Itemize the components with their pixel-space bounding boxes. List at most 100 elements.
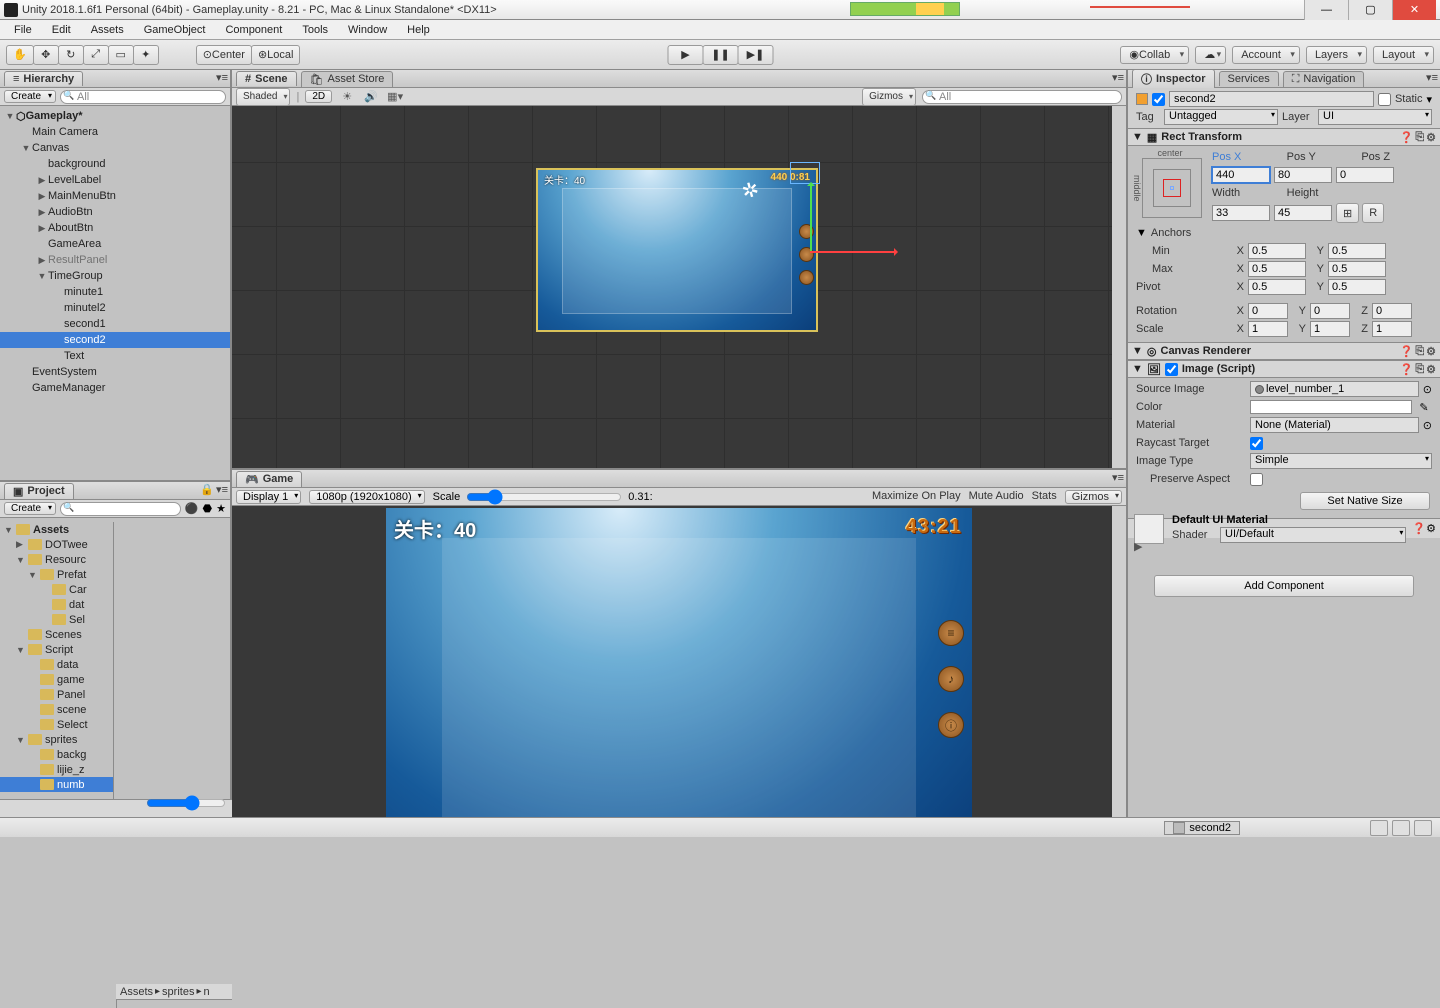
mute-toggle[interactable]: Mute Audio: [969, 490, 1024, 504]
hierarchy-tab[interactable]: ≡ Hierarchy: [4, 71, 83, 86]
step-button[interactable]: ▶❚: [738, 45, 774, 65]
scale-y[interactable]: [1310, 321, 1350, 337]
project-folder[interactable]: data: [0, 657, 113, 672]
layer-dropdown[interactable]: UI: [1318, 109, 1432, 125]
account-dropdown[interactable]: Account: [1232, 46, 1300, 64]
image-header[interactable]: ▼ 🖼 Image (Script) ❓⎘⚙: [1128, 360, 1440, 378]
object-picker-icon[interactable]: ⊙: [1423, 383, 1432, 396]
stats-toggle[interactable]: Stats: [1032, 490, 1057, 504]
gear-icon[interactable]: ⚙: [1426, 363, 1436, 376]
pivot-y[interactable]: [1328, 279, 1386, 295]
menu-tools[interactable]: Tools: [294, 22, 336, 38]
hierarchy-item[interactable]: GameArea: [0, 236, 230, 252]
eyedropper-icon[interactable]: ✎: [1416, 401, 1432, 414]
anchor-min-x[interactable]: [1248, 243, 1306, 259]
project-create-dropdown[interactable]: Create: [4, 502, 56, 515]
hand-tool[interactable]: ✋: [6, 45, 34, 65]
source-image-field[interactable]: level_number_1: [1250, 381, 1419, 397]
hierarchy-item[interactable]: minute1: [0, 284, 230, 300]
project-folder[interactable]: Panel: [0, 687, 113, 702]
hierarchy-item[interactable]: ▼Canvas: [0, 140, 230, 156]
project-folder[interactable]: Scenes: [0, 627, 113, 642]
scene-tab[interactable]: # Scene: [236, 71, 297, 86]
image-type-dropdown[interactable]: Simple: [1250, 453, 1432, 469]
navigation-tab[interactable]: ⛶ Navigation: [1283, 71, 1365, 87]
material-header[interactable]: Default UI Material ShaderUI/Default ❓⚙: [1128, 518, 1440, 538]
posz-field[interactable]: [1336, 167, 1394, 183]
menu-edit[interactable]: Edit: [44, 22, 79, 38]
scale-x[interactable]: [1248, 321, 1288, 337]
rot-x[interactable]: [1248, 303, 1288, 319]
project-folder[interactable]: Sel: [0, 612, 113, 627]
anchor-max-y[interactable]: [1328, 261, 1386, 277]
hierarchy-item[interactable]: second1: [0, 316, 230, 332]
project-folder[interactable]: game: [0, 672, 113, 687]
project-folder[interactable]: ▼Resourc: [0, 552, 113, 567]
hierarchy-item[interactable]: Main Camera: [0, 124, 230, 140]
game-tab[interactable]: 🎮 Game: [236, 471, 302, 487]
fx-icon[interactable]: ▦▾: [386, 89, 404, 105]
gear-icon[interactable]: ⚙: [1426, 523, 1436, 535]
anchors-foldout[interactable]: ▼: [1136, 227, 1147, 239]
project-tab[interactable]: ▣ Project: [4, 483, 74, 499]
project-folder[interactable]: scene: [0, 702, 113, 717]
canvas-renderer-header[interactable]: ▼ ◎ Canvas Renderer ❓⎘⚙: [1128, 342, 1440, 360]
height-field[interactable]: [1274, 205, 1332, 221]
preset-icon[interactable]: ⎘: [1415, 345, 1424, 358]
shading-dropdown[interactable]: Shaded: [236, 88, 290, 106]
light-icon[interactable]: ☀: [338, 89, 356, 105]
preset-icon[interactable]: ⎘: [1415, 131, 1424, 144]
project-folder[interactable]: numb: [0, 777, 113, 792]
preserve-aspect-checkbox[interactable]: [1250, 473, 1263, 486]
pivot-toggle[interactable]: ⊙ Center: [196, 45, 252, 65]
menu-gameobject[interactable]: GameObject: [136, 22, 214, 38]
scene-search[interactable]: All: [922, 90, 1122, 104]
thumbnail-size-slider[interactable]: [146, 795, 226, 811]
project-folder[interactable]: ▼sprites: [0, 732, 113, 747]
filter-icon[interactable]: ⚫: [185, 502, 199, 515]
panel-menu-icon[interactable]: ▾≡: [1112, 71, 1124, 84]
status-icon[interactable]: [1392, 820, 1410, 836]
hierarchy-item[interactable]: ▼TimeGroup: [0, 268, 230, 284]
panel-menu-icon[interactable]: ▾≡: [1426, 71, 1438, 84]
panel-menu-icon[interactable]: ▾≡: [216, 483, 228, 496]
filter-icon[interactable]: ⬣: [203, 502, 213, 515]
collab-dropdown[interactable]: ◉ Collab: [1120, 46, 1189, 64]
static-dropdown-icon[interactable]: ▾: [1426, 93, 1432, 106]
hierarchy-item[interactable]: ▶ResultPanel: [0, 252, 230, 268]
minimize-button[interactable]: —: [1304, 0, 1348, 20]
transform-tool[interactable]: ✦: [133, 45, 159, 65]
maximize-toggle[interactable]: Maximize On Play: [872, 490, 961, 504]
tag-dropdown[interactable]: Untagged: [1164, 109, 1278, 125]
help-icon[interactable]: ❓: [1400, 363, 1414, 376]
pivot-x[interactable]: [1248, 279, 1306, 295]
gizmos-dropdown[interactable]: Gizmos: [862, 88, 916, 106]
asset-store-tab[interactable]: 🛍 Asset Store: [301, 71, 394, 87]
hierarchy-item[interactable]: ▶LevelLabel: [0, 172, 230, 188]
scale-tool[interactable]: ⤢: [83, 45, 109, 65]
pause-button[interactable]: ❚❚: [703, 45, 739, 65]
width-field[interactable]: [1212, 205, 1270, 221]
gear-icon[interactable]: ⚙: [1426, 131, 1436, 144]
game-gizmos-dropdown[interactable]: Gizmos: [1065, 490, 1122, 504]
x-axis-gizmo[interactable]: [810, 251, 896, 253]
2d-toggle[interactable]: 2D: [305, 90, 332, 103]
scale-z[interactable]: [1372, 321, 1412, 337]
project-folder[interactable]: ▼Prefat: [0, 567, 113, 582]
hierarchy-item[interactable]: GameManager: [0, 380, 230, 396]
close-button[interactable]: ✕: [1392, 0, 1436, 20]
services-tab[interactable]: Services: [1219, 71, 1279, 86]
material-field[interactable]: None (Material): [1250, 417, 1419, 433]
preset-icon[interactable]: ⎘: [1415, 363, 1424, 376]
move-tool[interactable]: ✥: [33, 45, 59, 65]
panel-lock-icon[interactable]: 🔒: [200, 483, 214, 496]
static-checkbox[interactable]: [1378, 93, 1391, 106]
hierarchy-item[interactable]: Text: [0, 348, 230, 364]
status-icon[interactable]: [1370, 820, 1388, 836]
raw-button[interactable]: R: [1362, 203, 1384, 223]
menu-file[interactable]: File: [6, 22, 40, 38]
anchor-preset-button[interactable]: [1142, 158, 1202, 218]
hierarchy-item[interactable]: ▶MainMenuBtn: [0, 188, 230, 204]
display-dropdown[interactable]: Display 1: [236, 490, 301, 504]
panel-menu-icon[interactable]: ▾≡: [216, 71, 228, 84]
